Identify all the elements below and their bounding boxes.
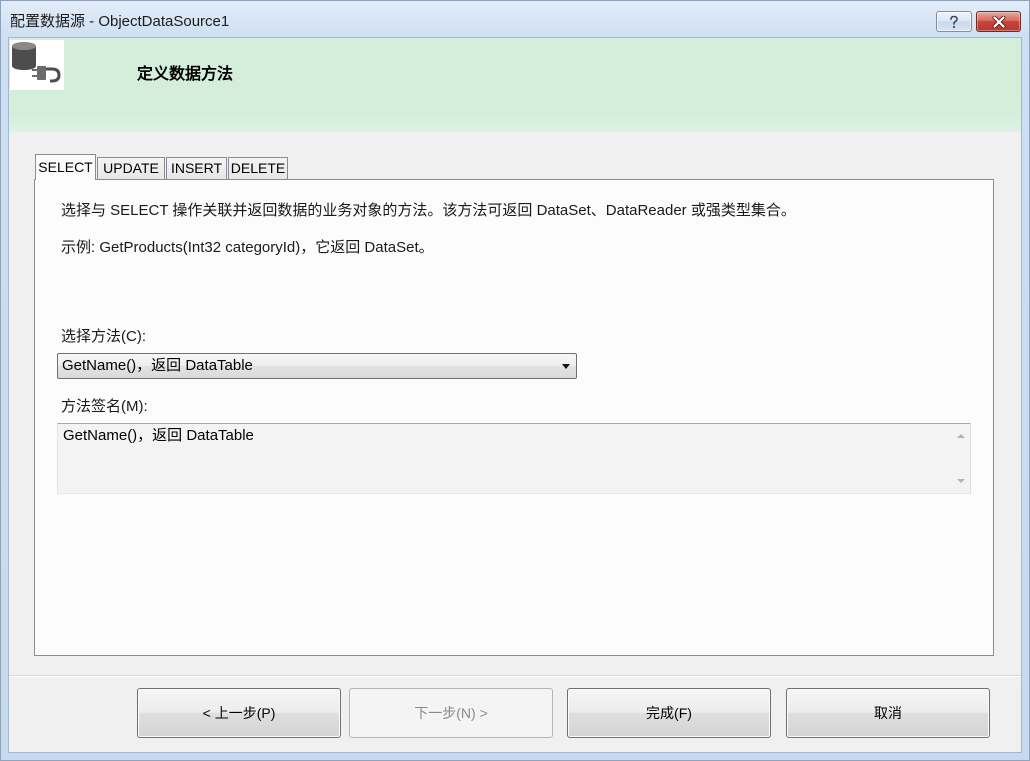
help-button[interactable] xyxy=(936,11,972,32)
next-button[interactable]: 下一步(N) > xyxy=(349,688,553,738)
scroll-down-icon[interactable] xyxy=(957,479,965,483)
scroll-up-icon[interactable] xyxy=(957,434,965,438)
chevron-down-icon xyxy=(562,364,570,369)
tab-panel-select: 选择与 SELECT 操作关联并返回数据的业务对象的方法。该方法可返回 Data… xyxy=(34,179,994,656)
signature-textbox[interactable]: GetName()，返回 DataTable xyxy=(57,423,971,494)
close-button[interactable] xyxy=(976,11,1021,32)
footer-divider xyxy=(9,675,1021,677)
back-button[interactable]: < 上一步(P) xyxy=(137,688,341,738)
dialog-window: 配置数据源 - ObjectDataSource1 定义数据方法 SELECT … xyxy=(0,0,1030,761)
tab-update[interactable]: UPDATE xyxy=(97,157,165,179)
window-title: 配置数据源 - ObjectDataSource1 xyxy=(10,13,230,30)
finish-button[interactable]: 完成(F) xyxy=(567,688,771,738)
tab-insert[interactable]: INSERT xyxy=(166,157,227,179)
cancel-button[interactable]: 取消 xyxy=(786,688,990,738)
close-icon xyxy=(992,15,1005,28)
method-dropdown-value: GetName()，返回 DataTable xyxy=(62,357,253,374)
title-bar[interactable]: 配置数据源 - ObjectDataSource1 xyxy=(0,0,1030,38)
tab-delete[interactable]: DELETE xyxy=(228,157,288,179)
signature-label: 方法签名(M): xyxy=(61,398,148,415)
signature-text: GetName()，返回 DataTable xyxy=(63,427,254,444)
database-plug-icon xyxy=(12,42,61,83)
wizard-header: 定义数据方法 xyxy=(9,38,1021,132)
description-text: 选择与 SELECT 操作关联并返回数据的业务对象的方法。该方法可返回 Data… xyxy=(61,202,796,219)
method-label: 选择方法(C): xyxy=(61,328,146,345)
method-dropdown[interactable]: GetName()，返回 DataTable xyxy=(57,353,577,379)
help-icon xyxy=(950,15,958,28)
dialog-body: 定义数据方法 SELECT UPDATE INSERT DELETE 选择与 S… xyxy=(9,38,1021,752)
tab-select[interactable]: SELECT xyxy=(35,154,96,180)
example-text: 示例: GetProducts(Int32 categoryId)，它返回 Da… xyxy=(61,239,434,256)
signature-scrollbar[interactable] xyxy=(953,424,970,493)
page-title: 定义数据方法 xyxy=(137,66,234,83)
header-icon-frame xyxy=(10,40,64,90)
